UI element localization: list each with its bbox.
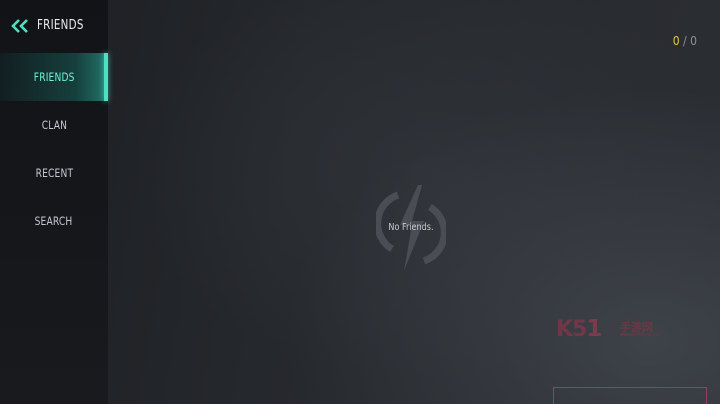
tab-clan-label: CLAN <box>41 118 67 132</box>
tab-clan[interactable]: CLAN <box>0 101 108 149</box>
friend-count-separator: / <box>679 34 691 48</box>
header: FRIENDS <box>0 0 108 52</box>
tab-search-label: SEARCH <box>35 214 73 228</box>
tab-friends-label: FRIENDS <box>33 70 75 84</box>
sidebar: FRIENDS FRIENDS CLAN RECENT SEARCH <box>0 0 108 404</box>
friend-count: 0 / 0 <box>673 34 697 48</box>
friend-count-max: 0 <box>690 34 697 48</box>
page-title: FRIENDS <box>37 18 84 33</box>
watermark-logo: K51 <box>556 316 602 342</box>
tab-recent-label: RECENT <box>35 166 73 180</box>
empty-state-message: No Friends. <box>388 222 434 233</box>
friend-count-current: 0 <box>672 34 680 48</box>
tab-friends[interactable]: FRIENDS <box>0 53 108 101</box>
tab-search[interactable]: SEARCH <box>0 197 108 245</box>
watermark-underline <box>620 333 660 336</box>
double-chevron-left-icon <box>11 19 28 33</box>
watermark: K51 手游网 <box>556 316 668 344</box>
friends-screen: FRIENDS FRIENDS CLAN RECENT SEARCH 0 / 0… <box>0 0 720 404</box>
back-button[interactable] <box>10 17 30 35</box>
tab-recent[interactable]: RECENT <box>0 149 108 197</box>
action-button-frame[interactable] <box>553 387 707 404</box>
